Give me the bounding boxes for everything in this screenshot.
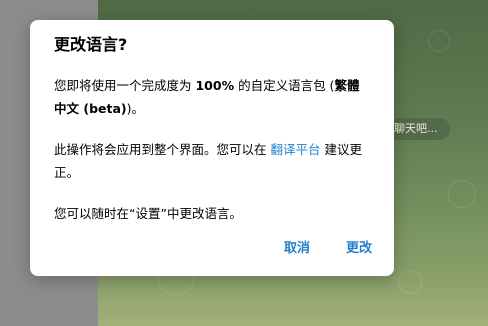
para1-text: 您即将使用一个完成度为 — [54, 78, 196, 93]
change-button[interactable]: 更改 — [346, 237, 372, 256]
dialog-body: 您即将使用一个完成度为 100% 的自定义语言包 (繁體中文 (beta))。 … — [54, 74, 370, 225]
completion-percent: 100% — [195, 78, 235, 93]
cancel-button[interactable]: 取消 — [284, 237, 310, 256]
change-language-dialog: 更改语言? 您即将使用一个完成度为 100% 的自定义语言包 (繁體中文 (be… — [30, 20, 394, 276]
doodle-decoration — [448, 180, 476, 208]
dialog-paragraph-2: 此操作将会应用到整个界面。您可以在 翻译平台 建议更正。 — [54, 138, 370, 184]
chat-bubble: 聊天吧... — [388, 118, 450, 140]
doodle-decoration — [428, 30, 450, 52]
para2-text: 此操作将会应用到整个界面。您可以在 — [54, 142, 271, 157]
para1-text: )。 — [126, 101, 145, 116]
app-screen: 聊天吧... 更改语言? 您即将使用一个完成度为 100% 的自定义语言包 (繁… — [0, 0, 488, 326]
doodle-decoration — [398, 270, 422, 294]
dialog-paragraph-1: 您即将使用一个完成度为 100% 的自定义语言包 (繁體中文 (beta))。 — [54, 74, 370, 120]
dialog-title: 更改语言? — [54, 35, 128, 54]
para1-text: 的自定义语言包 ( — [234, 78, 335, 93]
dialog-actions: 取消 更改 — [284, 237, 372, 256]
translation-platform-link[interactable]: 翻译平台 — [270, 142, 320, 157]
dialog-paragraph-3: 您可以随时在“设置”中更改语言。 — [54, 206, 242, 221]
